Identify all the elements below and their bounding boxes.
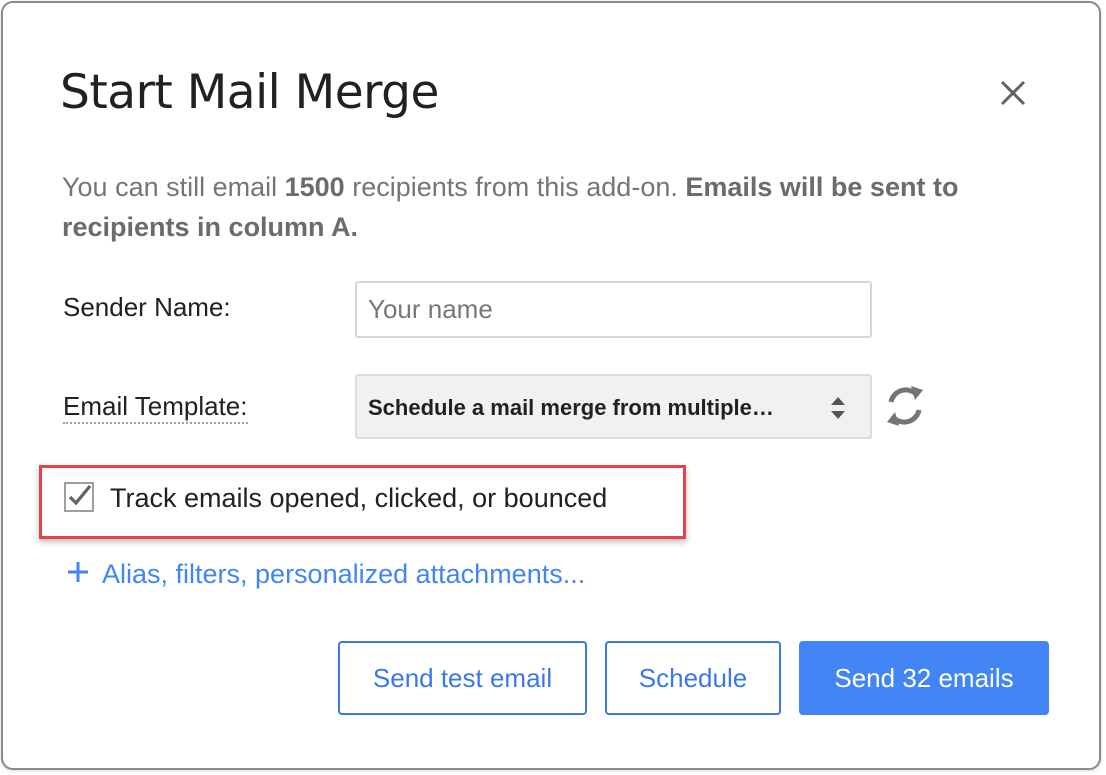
select-arrows-icon (831, 397, 845, 419)
recipient-quota: 1500 (284, 172, 345, 202)
send-emails-button[interactable]: Send 32 emails (799, 641, 1049, 715)
track-emails-label[interactable]: Track emails opened, clicked, or bounced (110, 483, 607, 514)
mail-merge-dialog: Start Mail Merge You can still email 150… (1, 1, 1101, 770)
dialog-title: Start Mail Merge (60, 65, 439, 120)
email-template-selected: Schedule a mail merge from multiple… (368, 395, 774, 420)
intro-text-part1: You can still email (62, 172, 285, 202)
sender-name-input[interactable] (355, 281, 872, 338)
intro-text-part2: recipients from this add-on. (344, 172, 686, 202)
sender-name-label: Sender Name: (63, 292, 231, 322)
intro-text: You can still email 1500 recipients from… (62, 167, 1062, 247)
email-template-label[interactable]: Email Template: (63, 390, 248, 424)
close-button[interactable] (993, 73, 1033, 113)
close-icon (1000, 80, 1026, 106)
plus-icon (68, 562, 88, 582)
more-options-label: Alias, filters, personalized attachments… (102, 559, 586, 589)
track-emails-checkbox[interactable] (64, 482, 94, 512)
email-template-select[interactable]: Schedule a mail merge from multiple… (355, 374, 872, 439)
refresh-templates-button[interactable] (881, 380, 929, 432)
send-test-email-button[interactable]: Send test email (338, 641, 587, 715)
schedule-button[interactable]: Schedule (605, 641, 781, 715)
checkbox-checked-icon (64, 482, 94, 512)
more-options-link[interactable]: Alias, filters, personalized attachments… (66, 559, 585, 590)
refresh-icon (887, 386, 923, 426)
